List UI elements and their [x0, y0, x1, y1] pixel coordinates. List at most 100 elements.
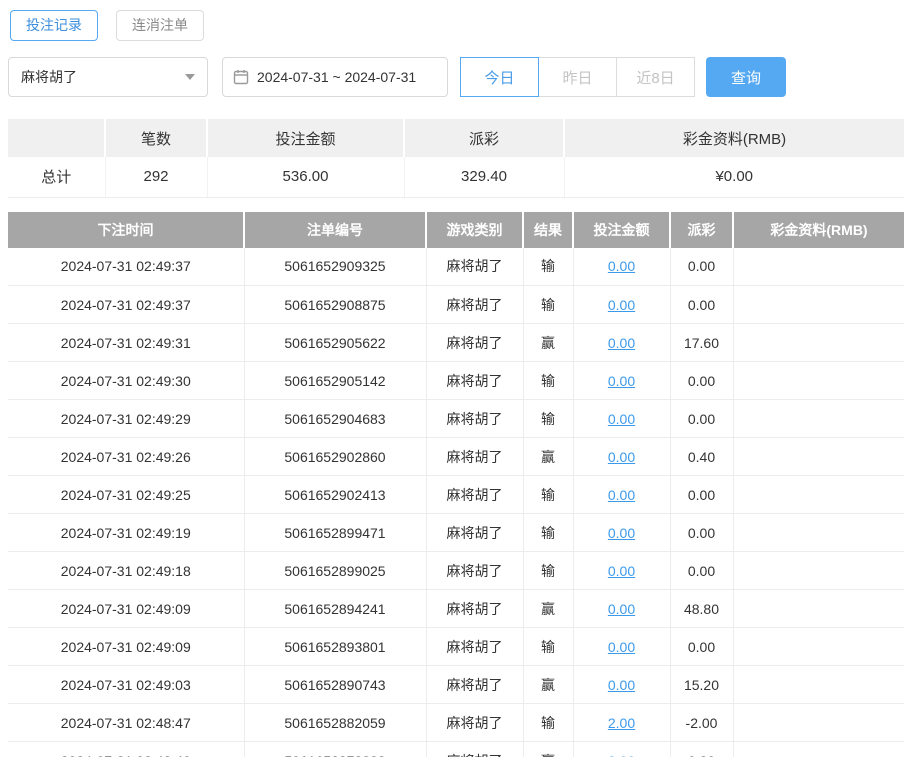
cell-bonus [733, 665, 904, 704]
quick-button-today[interactable]: 今日 [460, 57, 539, 97]
cell-game-type: 麻将胡了 [426, 627, 524, 666]
cell-payout: -2.00 [670, 703, 734, 742]
cell-result: 赢 [523, 437, 574, 476]
bet-table-body: 2024-07-31 02:49:37 5061652909325 麻将胡了输 0.0… [8, 247, 904, 757]
cell-payout: 15.20 [670, 665, 734, 704]
bet-amount-link[interactable]: 0.00 [608, 677, 635, 693]
cell-payout: 0.00 [670, 627, 734, 666]
summary-header-count: 笔数 [105, 119, 208, 157]
table-row: 2024-07-31 02:49:18 5061652899025 麻将胡了输 0.0… [8, 551, 904, 590]
date-range-value: 2024-07-31 ~ 2024-07-31 [257, 69, 417, 85]
game-select-value: 麻将胡了 [21, 69, 77, 85]
cell-result: 赢 [523, 323, 574, 362]
cell-bet-time: 2024-07-31 02:49:25 [8, 475, 245, 514]
cell-game-type: 麻将胡了 [426, 323, 524, 362]
cell-order-id: 5061652909325 [244, 247, 427, 286]
cell-payout: 0.00 [670, 399, 734, 438]
summary-table: 笔数 投注金额 派彩 彩金资料(RMB) 总计 292 536.00 329.4… [8, 119, 904, 198]
cell-result: 输 [523, 627, 574, 666]
cell-game-type: 麻将胡了 [426, 475, 524, 514]
cell-result: 输 [523, 475, 574, 514]
bet-amount-link[interactable]: 2.00 [608, 715, 635, 731]
bet-amount-link[interactable]: 0.00 [608, 487, 635, 503]
table-row: 2024-07-31 02:49:37 5061652909325 麻将胡了输 0.0… [8, 247, 904, 286]
bet-amount-link[interactable]: 0.00 [608, 563, 635, 579]
cell-bonus [733, 285, 904, 324]
cell-bet-amount: 2.00 [573, 741, 671, 757]
cell-order-id: 5061652878383 [244, 741, 427, 757]
bet-amount-link[interactable]: 0.00 [608, 411, 635, 427]
table-row: 2024-07-31 02:49:26 5061652902860 麻将胡了赢 0.0… [8, 437, 904, 476]
cell-order-id: 5061652908875 [244, 285, 427, 324]
bet-amount-link[interactable]: 0.00 [608, 601, 635, 617]
cell-payout: 0.00 [670, 361, 734, 400]
cell-order-id: 5061652894241 [244, 589, 427, 628]
cell-game-type: 麻将胡了 [426, 589, 524, 628]
cell-bet-amount: 0.00 [573, 665, 671, 704]
cell-bet-time: 2024-07-31 02:48:40 [8, 741, 245, 757]
bet-amount-link[interactable]: 2.00 [608, 753, 635, 757]
date-range-picker[interactable]: 2024-07-31 ~ 2024-07-31 [222, 57, 448, 97]
calendar-icon [233, 69, 249, 85]
summary-payout-value: 329.40 [404, 157, 565, 198]
cell-bet-amount: 0.00 [573, 285, 671, 324]
cell-bet-amount: 0.00 [573, 627, 671, 666]
cell-bet-amount: 0.00 [573, 247, 671, 286]
bet-amount-link[interactable]: 0.00 [608, 258, 635, 274]
header-order-id: 注单编号 [244, 211, 427, 248]
summary-header-bonus: 彩金资料(RMB) [564, 119, 904, 157]
cell-bet-amount: 0.00 [573, 399, 671, 438]
cell-bet-time: 2024-07-31 02:49:19 [8, 513, 245, 552]
quick-button-last8days[interactable]: 近8日 [616, 57, 695, 97]
table-row: 2024-07-31 02:48:405061652878383麻将胡了赢 2.0… [8, 741, 904, 757]
bet-amount-link[interactable]: 0.00 [608, 449, 635, 465]
cell-game-type: 麻将胡了 [426, 399, 524, 438]
tab-cancelled-orders[interactable]: 连消注单 [116, 10, 204, 41]
table-row: 2024-07-31 02:49:25 5061652902413 麻将胡了输 0.0… [8, 475, 904, 514]
cell-bet-amount: 0.00 [573, 361, 671, 400]
cell-result: 输 [523, 399, 574, 438]
cell-result: 输 [523, 361, 574, 400]
bet-amount-link[interactable]: 0.00 [608, 639, 635, 655]
bet-amount-link[interactable]: 0.00 [608, 525, 635, 541]
header-bet-amount: 投注金额 [573, 211, 671, 248]
summary-header-bet-amount: 投注金额 [207, 119, 405, 157]
bet-table: 下注时间 注单编号 游戏类别 结果 投注金额 派彩 彩金资料(RMB) 2024… [8, 211, 904, 757]
cell-order-id: 5061652893801 [244, 627, 427, 666]
cell-bet-amount: 2.00 [573, 703, 671, 742]
table-row: 2024-07-31 02:49:37 5061652908875 麻将胡了输 0.0… [8, 285, 904, 324]
quick-button-yesterday[interactable]: 昨日 [538, 57, 617, 97]
cell-game-type: 麻将胡了 [426, 361, 524, 400]
cell-bonus [733, 551, 904, 590]
cell-order-id: 5061652905142 [244, 361, 427, 400]
cell-bet-time: 2024-07-31 02:49:09 [8, 589, 245, 628]
tab-bet-records[interactable]: 投注记录 [10, 10, 98, 41]
cell-payout: 48.80 [670, 589, 734, 628]
table-row: 2024-07-31 02:49:09 5061652893801 麻将胡了输 0.0… [8, 627, 904, 666]
chevron-down-icon [185, 74, 195, 80]
table-row: 2024-07-31 02:49:19 5061652899471 麻将胡了输 0.0… [8, 513, 904, 552]
cell-result: 赢 [523, 741, 574, 757]
game-select[interactable]: 麻将胡了 [8, 57, 208, 97]
bet-records-page: 投注记录 连消注单 麻将胡了 2024-07-31 ~ 2024-07-31 今… [0, 0, 912, 757]
table-row: 2024-07-31 02:49:03 5061652890743 麻将胡了赢 0.0… [8, 665, 904, 704]
cell-order-id: 5061652882059 [244, 703, 427, 742]
cell-order-id: 5061652902860 [244, 437, 427, 476]
cell-payout: 17.60 [670, 323, 734, 362]
bet-amount-link[interactable]: 0.00 [608, 297, 635, 313]
summary-header-row: 笔数 投注金额 派彩 彩金资料(RMB) [8, 119, 904, 157]
cell-bet-time: 2024-07-31 02:49:03 [8, 665, 245, 704]
cell-result: 赢 [523, 589, 574, 628]
header-bonus: 彩金资料(RMB) [733, 211, 904, 248]
table-row: 2024-07-31 02:49:30 5061652905142 麻将胡了输 0.0… [8, 361, 904, 400]
cell-payout: 0.00 [670, 513, 734, 552]
bet-amount-link[interactable]: 0.00 [608, 373, 635, 389]
cell-game-type: 麻将胡了 [426, 247, 524, 286]
cell-result: 输 [523, 551, 574, 590]
search-button[interactable]: 查询 [706, 57, 786, 97]
bet-amount-link[interactable]: 0.00 [608, 335, 635, 351]
cell-order-id: 5061652899471 [244, 513, 427, 552]
cell-order-id: 5061652890743 [244, 665, 427, 704]
cell-bonus [733, 513, 904, 552]
cell-bonus [733, 589, 904, 628]
